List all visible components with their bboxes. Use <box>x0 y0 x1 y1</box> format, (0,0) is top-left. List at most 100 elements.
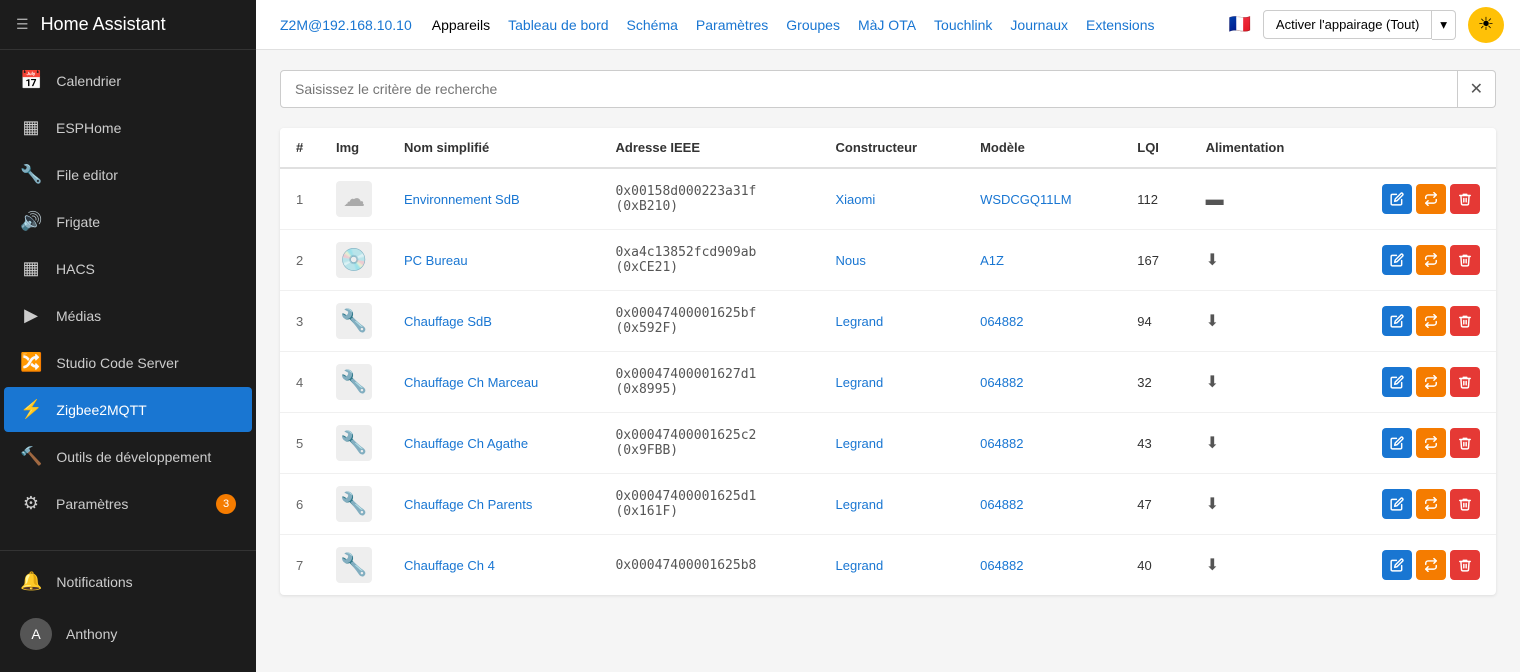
sidebar-item-outils-dev[interactable]: 🔨 Outils de développement <box>4 434 252 479</box>
edit-button[interactable] <box>1382 184 1412 214</box>
cell-manufacturer[interactable]: Legrand <box>820 474 965 535</box>
delete-button[interactable] <box>1450 245 1480 275</box>
delete-button[interactable] <box>1450 367 1480 397</box>
sidebar-item-calendrier[interactable]: 📅 Calendrier <box>4 58 252 103</box>
edit-button[interactable] <box>1382 428 1412 458</box>
edit-button[interactable] <box>1382 550 1412 580</box>
tab-journaux[interactable]: Journaux <box>1002 13 1076 37</box>
edit-button[interactable] <box>1382 245 1412 275</box>
cell-manufacturer[interactable]: Legrand <box>820 535 965 596</box>
rename-button[interactable] <box>1416 367 1446 397</box>
cell-model[interactable]: A1Z <box>964 230 1121 291</box>
tab-schema[interactable]: Schéma <box>619 13 686 37</box>
cell-model[interactable]: 064882 <box>964 291 1121 352</box>
cell-actions <box>1331 535 1496 596</box>
action-buttons <box>1347 367 1480 397</box>
table-row: 6 🔧 Chauffage Ch Parents 0x0004740000162… <box>280 474 1496 535</box>
app-title: Home Assistant <box>41 14 166 35</box>
cell-name[interactable]: Chauffage SdB <box>388 291 599 352</box>
sidebar-item-anthony[interactable]: A Anthony <box>4 606 252 662</box>
col-header-1: Img <box>320 128 388 168</box>
edit-button[interactable] <box>1382 367 1412 397</box>
delete-button[interactable] <box>1450 184 1480 214</box>
cell-ieee: 0xa4c13852fcd909ab(0xCE21) <box>599 230 819 291</box>
rename-button[interactable] <box>1416 245 1446 275</box>
cell-actions <box>1331 413 1496 474</box>
tab-extensions[interactable]: Extensions <box>1078 13 1162 37</box>
rename-button[interactable] <box>1416 550 1446 580</box>
cell-model[interactable]: WSDCGQ11LM <box>964 168 1121 230</box>
cell-model[interactable]: 064882 <box>964 352 1121 413</box>
cell-power: ⬇ <box>1190 230 1331 291</box>
sidebar-item-esphome[interactable]: ▦ ESPHome <box>4 105 252 150</box>
cell-name[interactable]: PC Bureau <box>388 230 599 291</box>
tab-touchlink[interactable]: Touchlink <box>926 13 1000 37</box>
sidebar-item-frigate[interactable]: 🔊 Frigate <box>4 199 252 244</box>
tab-tableau-de-bord[interactable]: Tableau de bord <box>500 13 616 37</box>
pairing-dropdown-button[interactable]: ▾ <box>1432 10 1456 40</box>
sidebar-item-hacs[interactable]: ▦ HACS <box>4 246 252 291</box>
rename-button[interactable] <box>1416 184 1446 214</box>
avatar-anthony: A <box>20 618 52 650</box>
tab-appareils[interactable]: Appareils <box>424 13 498 37</box>
cell-manufacturer[interactable]: Xiaomi <box>820 168 965 230</box>
cell-model[interactable]: 064882 <box>964 474 1121 535</box>
cell-lqi: 43 <box>1121 413 1189 474</box>
sidebar-item-studio-code[interactable]: 🔀 Studio Code Server <box>4 340 252 385</box>
search-input[interactable] <box>280 70 1458 108</box>
device-image: 🔧 <box>336 303 372 339</box>
delete-button[interactable] <box>1450 489 1480 519</box>
col-header-0: # <box>280 128 320 168</box>
parametres-icon: ⚙ <box>20 493 42 514</box>
z2m-link[interactable]: Z2M@192.168.10.10 <box>272 13 420 37</box>
cell-img: 🔧 <box>320 535 388 596</box>
cell-manufacturer[interactable]: Nous <box>820 230 965 291</box>
rename-button[interactable] <box>1416 306 1446 336</box>
rename-button[interactable] <box>1416 428 1446 458</box>
pairing-button[interactable]: Activer l'appairage (Tout) <box>1263 10 1432 39</box>
cell-model[interactable]: 064882 <box>964 413 1121 474</box>
cell-name[interactable]: Chauffage Ch Agathe <box>388 413 599 474</box>
cell-num: 1 <box>280 168 320 230</box>
cell-name[interactable]: Chauffage Ch 4 <box>388 535 599 596</box>
theme-toggle-button[interactable]: ☀ <box>1468 7 1504 43</box>
search-clear-button[interactable]: ✕ <box>1458 70 1496 108</box>
cell-lqi: 47 <box>1121 474 1189 535</box>
col-header-7: Alimentation <box>1190 128 1331 168</box>
table-row: 1 ☁ Environnement SdB 0x00158d000223a31f… <box>280 168 1496 230</box>
cell-name[interactable]: Chauffage Ch Parents <box>388 474 599 535</box>
device-image: ☁ <box>336 181 372 217</box>
device-image: 🔧 <box>336 364 372 400</box>
cell-name[interactable]: Environnement SdB <box>388 168 599 230</box>
tab-groupes[interactable]: Groupes <box>778 13 848 37</box>
sidebar-label-anthony: Anthony <box>66 626 117 642</box>
table-row: 2 💿 PC Bureau 0xa4c13852fcd909ab(0xCE21)… <box>280 230 1496 291</box>
delete-button[interactable] <box>1450 428 1480 458</box>
sidebar-item-notifications[interactable]: 🔔 Notifications <box>4 559 252 604</box>
delete-button[interactable] <box>1450 306 1480 336</box>
cell-ieee: 0x00047400001625d1(0x161F) <box>599 474 819 535</box>
cell-lqi: 40 <box>1121 535 1189 596</box>
cell-name[interactable]: Chauffage Ch Marceau <box>388 352 599 413</box>
action-buttons <box>1347 428 1480 458</box>
rename-button[interactable] <box>1416 489 1446 519</box>
cell-manufacturer[interactable]: Legrand <box>820 352 965 413</box>
cell-power: ⬇ <box>1190 291 1331 352</box>
tab-maj-ota[interactable]: MàJ OTA <box>850 13 924 37</box>
table-header: #ImgNom simplifiéAdresse IEEEConstructeu… <box>280 128 1496 168</box>
edit-button[interactable] <box>1382 489 1412 519</box>
sidebar-item-file-editor[interactable]: 🔧 File editor <box>4 152 252 197</box>
cell-model[interactable]: 064882 <box>964 535 1121 596</box>
sidebar-item-parametres[interactable]: ⚙ Paramètres 3 <box>4 481 252 526</box>
sidebar-item-zigbee2mqtt[interactable]: ⚡ Zigbee2MQTT <box>4 387 252 432</box>
tab-parametres[interactable]: Paramètres <box>688 13 776 37</box>
col-header-8 <box>1331 128 1496 168</box>
hamburger-icon[interactable]: ☰ <box>16 16 29 33</box>
cell-manufacturer[interactable]: Legrand <box>820 291 965 352</box>
delete-button[interactable] <box>1450 550 1480 580</box>
sidebar-item-medias[interactable]: ▶ Médias <box>4 293 252 338</box>
cell-num: 6 <box>280 474 320 535</box>
cell-manufacturer[interactable]: Legrand <box>820 413 965 474</box>
cell-img: 🔧 <box>320 291 388 352</box>
edit-button[interactable] <box>1382 306 1412 336</box>
